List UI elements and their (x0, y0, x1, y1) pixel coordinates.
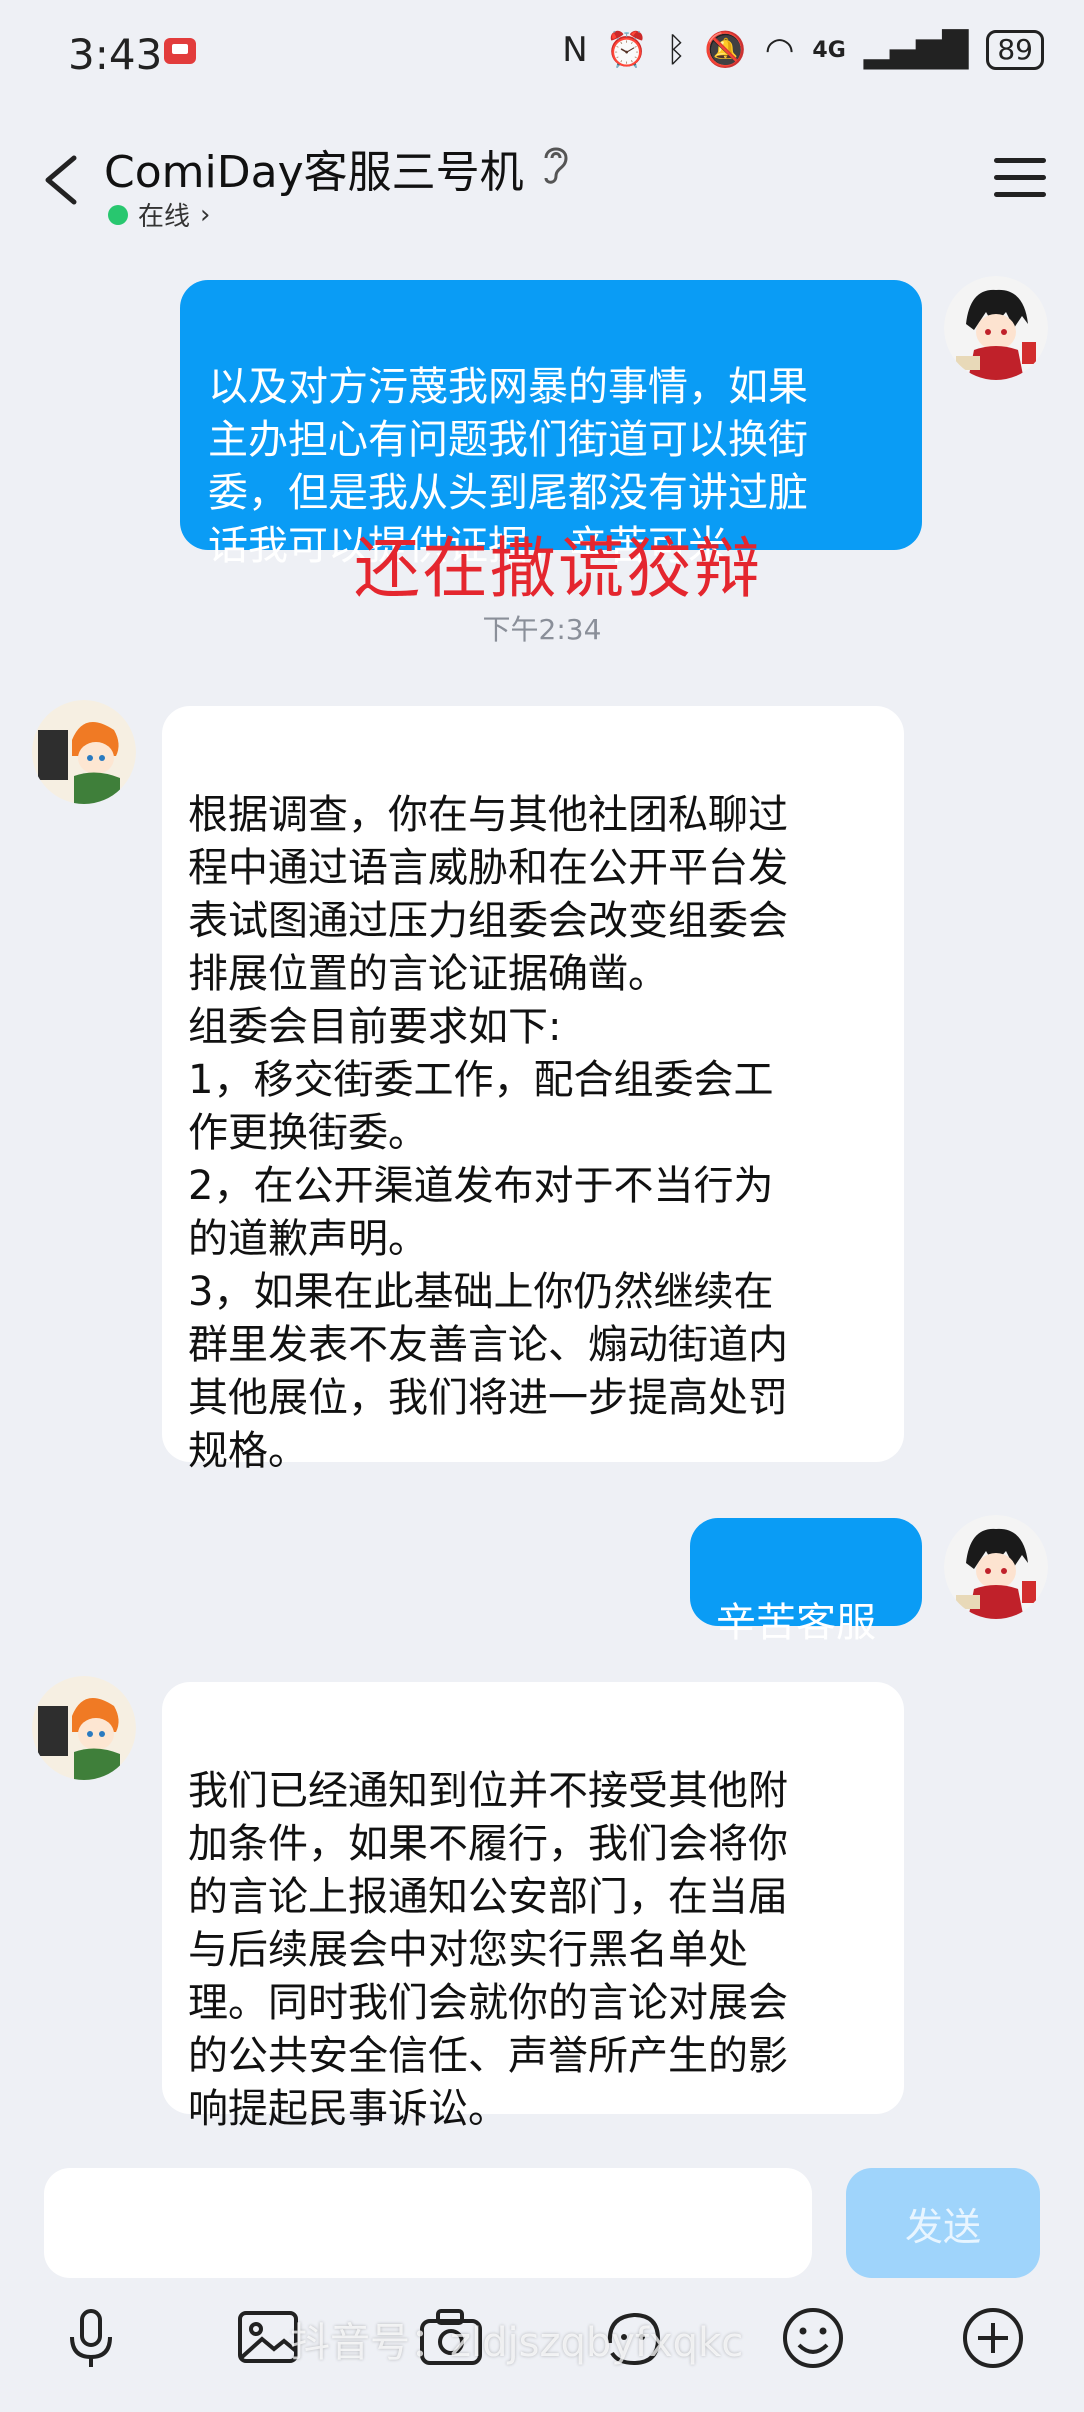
wifi-icon: ◠ (764, 30, 795, 70)
presence-label: 在线 (138, 202, 191, 232)
mute-icon: 🔕 (704, 30, 747, 70)
status-time: 3:43 (68, 30, 163, 79)
alarm-icon: ⏰ (605, 30, 648, 70)
message-text: 辛苦客服 (716, 1600, 876, 1646)
status-bar: 3:43 N ⏰ ᛒ 🔕 ◠ 4G ▂▄▆█ 89 (0, 0, 1084, 110)
message-input[interactable] (44, 2168, 812, 2278)
nfc-icon: N (562, 30, 588, 70)
online-dot-icon (108, 204, 128, 225)
message-text: 根据调查，你在与其他社团私聊过 程中通过语言威胁和在公开平台发 表试图通过压力组… (188, 792, 788, 1474)
network-type: 4G (812, 37, 846, 63)
battery-level: 89 (986, 30, 1044, 70)
emoji-icon[interactable] (778, 2303, 848, 2373)
my-avatar[interactable] (944, 276, 1048, 380)
presence-status[interactable]: 在线 › (108, 196, 210, 233)
chevron-right-icon: › (200, 199, 211, 230)
message-bubble-incoming[interactable]: 根据调查，你在与其他社团私聊过 程中通过语言威胁和在公开平台发 表试图通过压力组… (162, 706, 904, 1474)
message-bubble-incoming[interactable]: 我们已经通知到位并不接受其他附 加条件，如果不履行，我们会将你 的言论上报通知公… (162, 1682, 904, 2132)
message-bubble-outgoing[interactable]: 以及对方污蔑我网暴的事情，如果 主办担心有问题我们街道可以换街 委，但是我从头到… (180, 280, 922, 569)
microphone-icon[interactable] (56, 2303, 126, 2373)
ear-icon[interactable] (540, 142, 570, 186)
message-text: 我们已经通知到位并不接受其他附 加条件，如果不履行，我们会将你 的言论上报通知公… (188, 1768, 788, 2132)
chat-title[interactable]: ComiDay客服三号机 (104, 136, 524, 200)
service-avatar[interactable] (32, 700, 136, 804)
chat-header: ComiDay客服三号机 在线 › (0, 110, 1084, 260)
composer: 发送 (0, 2148, 1084, 2412)
screen-record-icon (164, 38, 196, 64)
send-button[interactable]: 发送 (846, 2168, 1040, 2278)
my-avatar[interactable] (944, 1515, 1048, 1619)
back-arrow-icon[interactable] (36, 150, 96, 210)
bluetooth-icon: ᛒ (665, 30, 687, 70)
message-bubble-outgoing[interactable]: 辛苦客服 (690, 1518, 922, 1646)
signal-icon: ▂▄▆█ (863, 30, 969, 70)
message-timestamp: 下午2:34 (482, 613, 602, 646)
red-overlay-caption: 还在撒谎狡辩 (354, 530, 762, 607)
status-icons: N ⏰ ᛒ 🔕 ◠ 4G ▂▄▆█ 89 (562, 30, 1044, 70)
service-avatar[interactable] (32, 1676, 136, 1780)
plus-icon[interactable] (958, 2303, 1028, 2373)
menu-icon[interactable] (994, 158, 1046, 202)
douyin-watermark: 抖音号：zldjszqbyfxqkc (290, 2320, 744, 2366)
